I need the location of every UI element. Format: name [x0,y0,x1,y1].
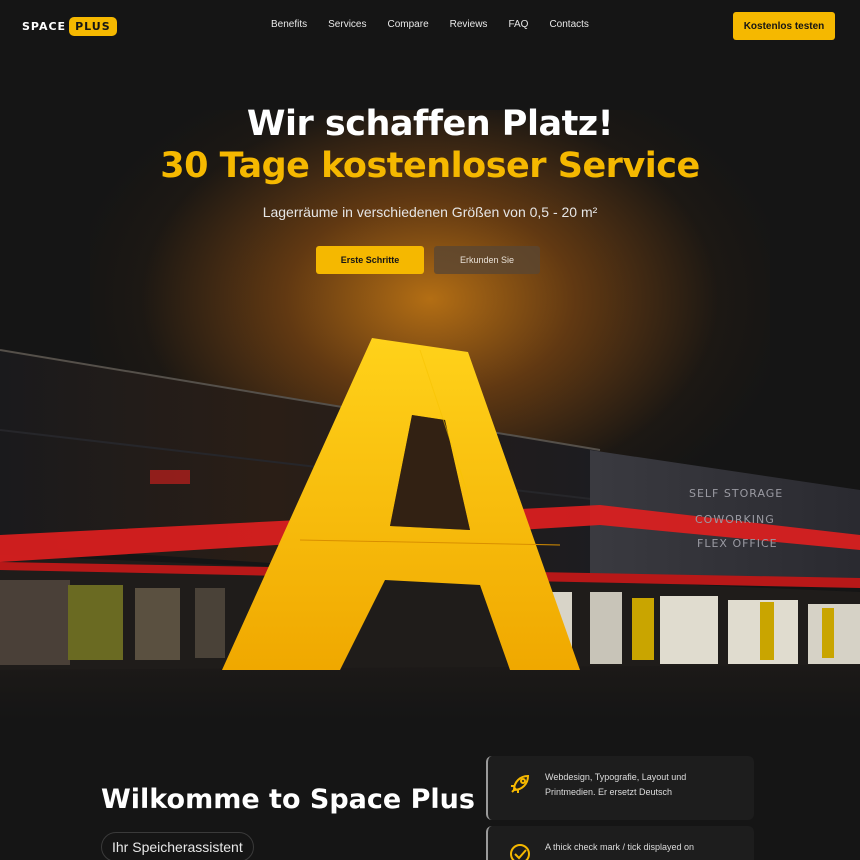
hero-title: Wir schaffen Platz! [246,104,614,144]
building-illustration: SELF STORAGE COWORKING FLEX OFFICE [0,330,860,720]
brand-logo[interactable]: SPACE PLUS [22,15,117,37]
check-mark-icon [506,840,534,860]
hero-description: Lagerräume in verschiedenen Größen von 0… [262,204,598,220]
feature-card: A thick check mark / tick displayed on [486,826,754,860]
logo-badge: PLUS [69,16,117,36]
welcome-heading: Wilkomme to Space Plus [101,784,475,815]
sign-self-storage: SELF STORAGE [689,487,784,500]
sign-flex-office: FLEX OFFICE [697,537,778,550]
explore-button[interactable]: Erkunden Sie [434,246,540,274]
top-navbar: SPACE PLUS Benefits Services Compare Rev… [0,0,860,52]
assistant-tag: Ihr Speicherassistent [101,832,254,860]
nav-item-faq[interactable]: FAQ [508,19,528,30]
nav-item-contacts[interactable]: Contacts [549,19,588,30]
free-trial-button[interactable]: Kostenlos testen [733,12,835,40]
logo-word: SPACE [22,19,67,33]
feature-description: Webdesign, Typografie, Layout und Printm… [545,772,687,797]
nav-item-compare[interactable]: Compare [388,19,429,30]
nav-item-services[interactable]: Services [328,19,366,30]
hero-subtitle: 30 Tage kostenloser Service [160,146,700,186]
get-started-button[interactable]: Erste Schritte [316,246,424,274]
rocket-icon [506,770,534,798]
nav-item-benefits[interactable]: Benefits [271,19,307,30]
main-nav: Benefits Services Compare Reviews FAQ Co… [271,19,610,30]
feature-description: A thick check mark / tick displayed on [545,842,695,852]
sign-coworking: COWORKING [695,513,775,526]
nav-item-reviews[interactable]: Reviews [450,19,488,30]
feature-card: Webdesign, Typografie, Layout und Printm… [486,756,754,820]
